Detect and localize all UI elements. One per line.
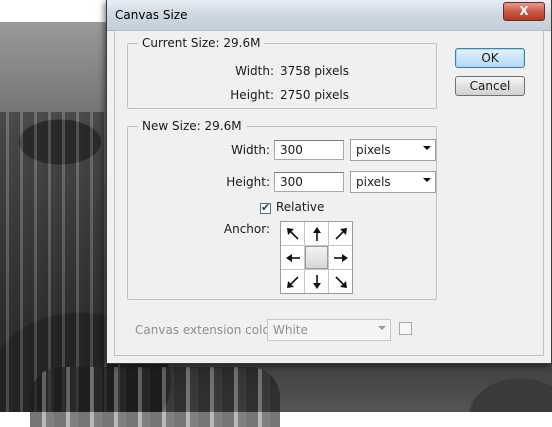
title-bar[interactable]: Canvas Size X (107, 0, 551, 31)
close-icon: X (519, 4, 529, 18)
new-width-label: Width: (231, 143, 270, 157)
anchor-bottom-right[interactable] (329, 270, 352, 293)
extension-color-value: White (273, 323, 308, 337)
extension-color-swatch[interactable] (399, 322, 412, 335)
arrow-down-left-icon (286, 275, 299, 288)
current-width-value: 3758 pixels (280, 64, 350, 78)
anchor-center[interactable] (305, 246, 328, 269)
new-size-legend: New Size: 29.6M (138, 119, 246, 133)
checkmark-icon: ✔ (261, 201, 271, 214)
height-field[interactable]: 300 (274, 172, 344, 192)
arrow-up-left-icon (286, 227, 299, 240)
anchor-top[interactable] (305, 222, 328, 245)
cancel-button[interactable]: Cancel (455, 76, 525, 96)
width-unit-select[interactable]: pixels (350, 139, 436, 161)
anchor-left[interactable] (281, 246, 304, 269)
current-size-group: Current Size: 29.6M Width: 3758 pixels H… (127, 36, 437, 109)
height-unit-value: pixels (356, 175, 391, 189)
arrow-up-right-icon (334, 227, 347, 240)
chevron-down-icon (423, 178, 431, 182)
close-button[interactable]: X (503, 2, 545, 21)
anchor-bottom-left[interactable] (281, 270, 304, 293)
extension-color-select[interactable]: White (267, 319, 391, 341)
current-height-label: Height: (230, 88, 274, 102)
arrow-right-icon (333, 253, 348, 262)
current-size-legend: Current Size: 29.6M (138, 36, 265, 50)
anchor-label: Anchor: (223, 222, 270, 236)
arrow-down-icon (312, 274, 321, 289)
anchor-bottom[interactable] (305, 270, 328, 293)
chevron-down-icon (378, 326, 386, 330)
relative-checkbox[interactable]: ✔ (260, 201, 271, 214)
chevron-down-icon (423, 146, 431, 150)
width-unit-value: pixels (356, 143, 391, 157)
anchor-grid (280, 221, 353, 294)
canvas-size-dialog: Canvas Size X Current Size: 29.6M Width:… (106, 0, 552, 364)
arrow-up-icon (312, 226, 321, 241)
current-height-value: 2750 pixels (280, 88, 350, 102)
current-width-label: Width: (235, 64, 274, 78)
relative-label: Relative (276, 200, 325, 214)
arrow-down-right-icon (334, 275, 347, 288)
anchor-right[interactable] (329, 246, 352, 269)
anchor-top-left[interactable] (281, 222, 304, 245)
arrow-left-icon (285, 253, 300, 262)
dialog-title: Canvas Size (115, 8, 188, 22)
extension-color-label: Canvas extension color: (135, 323, 279, 337)
anchor-top-right[interactable] (329, 222, 352, 245)
height-unit-select[interactable]: pixels (350, 171, 436, 193)
dialog-client-area: Current Size: 29.6M Width: 3758 pixels H… (114, 30, 544, 356)
ok-button[interactable]: OK (455, 48, 525, 68)
width-field[interactable]: 300 (274, 140, 344, 160)
new-height-label: Height: (226, 175, 270, 189)
